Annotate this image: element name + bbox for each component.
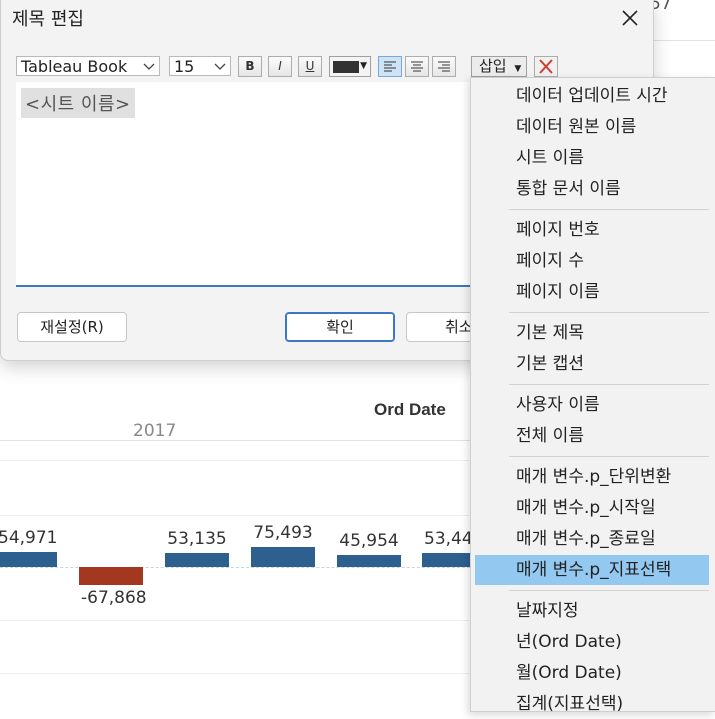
menu-item[interactable]: 데이터 원본 이름: [475, 112, 709, 142]
divider: [0, 440, 470, 441]
align-center-icon: [411, 61, 423, 72]
reset-button[interactable]: 재설정(R): [17, 312, 127, 342]
align-center-button[interactable]: [405, 56, 429, 77]
menu-item[interactable]: 기본 제목: [475, 318, 709, 348]
menu-item[interactable]: 통합 문서 이름: [475, 174, 709, 204]
year-label: 2017: [133, 421, 177, 441]
divider: [652, 40, 715, 41]
menu-separator: [509, 456, 709, 457]
ok-button[interactable]: 확인: [285, 312, 395, 342]
bar-data-label: 75,493: [253, 522, 313, 543]
menu-item[interactable]: 매개 변수.p_종료일: [475, 524, 709, 554]
menu-item[interactable]: 매개 변수.p_시작일: [475, 493, 709, 523]
menu-separator: [509, 312, 709, 313]
axis-title: Ord Date: [374, 400, 446, 419]
font-size-value: 15: [174, 57, 195, 76]
divider: [0, 460, 470, 461]
menu-item[interactable]: 페이지 이름: [475, 277, 709, 307]
menu-item[interactable]: 데이터 업데이트 시간: [475, 81, 709, 111]
insert-label: 삽입: [479, 57, 507, 75]
sheet-name-token: <시트 이름>: [21, 88, 135, 118]
italic-button[interactable]: I: [268, 56, 292, 77]
bar-data-label: 53,135: [167, 528, 227, 549]
dialog-title: 제목 편집: [12, 9, 84, 30]
bar-data-label: 54,971: [0, 528, 58, 549]
zero-line: [0, 567, 470, 568]
dropdown-arrow-icon: ▼: [360, 61, 367, 71]
gridline: [0, 515, 470, 516]
align-right-button[interactable]: [432, 56, 456, 77]
chart-bar: [0, 552, 57, 567]
dropdown-arrow-icon: ▼: [514, 64, 522, 74]
chevron-down-icon: [214, 63, 226, 70]
menu-item[interactable]: 매개 변수.p_지표선택: [475, 555, 709, 585]
underline-button[interactable]: U: [298, 56, 322, 77]
font-family-value: Tableau Book: [21, 57, 128, 76]
menu-item[interactable]: 시트 이름: [475, 143, 709, 173]
bar-data-label: -67,868: [81, 588, 147, 609]
chart-bar: [165, 552, 229, 567]
insert-button[interactable]: 삽입 ▼: [471, 56, 527, 77]
font-family-select[interactable]: Tableau Book: [16, 56, 160, 76]
menu-separator: [509, 590, 709, 591]
menu-item[interactable]: 기본 캡션: [475, 349, 709, 379]
menu-separator: [509, 209, 709, 210]
menu-item[interactable]: 페이지 번호: [475, 215, 709, 245]
title-editor[interactable]: <시트 이름>: [16, 82, 486, 287]
menu-item[interactable]: 집계(지표선택): [475, 689, 709, 719]
font-size-select[interactable]: 15: [169, 56, 231, 76]
close-button[interactable]: [613, 2, 647, 34]
bold-button[interactable]: B: [238, 56, 262, 77]
align-left-icon: [384, 61, 396, 72]
align-left-button[interactable]: [378, 56, 402, 77]
insert-menu: 데이터 업데이트 시간 데이터 원본 이름 시트 이름 통합 문서 이름 페이지 번호 페…: [470, 77, 715, 714]
chevron-down-icon: [143, 63, 155, 70]
menu-item[interactable]: 페이지 수: [475, 246, 709, 276]
menu-item[interactable]: 월(Ord Date): [475, 658, 709, 688]
bar-data-label: 45,954: [339, 530, 399, 551]
gridline: [0, 673, 470, 674]
text-color-button[interactable]: ▼: [329, 56, 371, 77]
menu-item[interactable]: 날짜지정: [475, 596, 709, 626]
chart-bar: [79, 567, 143, 586]
close-icon: [622, 10, 638, 26]
chart-bar: [251, 546, 315, 567]
menu-item[interactable]: 매개 변수.p_단위변환: [475, 462, 709, 492]
clear-button[interactable]: [534, 56, 558, 77]
gridline: [0, 620, 470, 621]
align-right-icon: [438, 61, 450, 72]
menu-item[interactable]: 전체 이름: [475, 421, 709, 451]
menu-item[interactable]: 년(Ord Date): [475, 627, 709, 657]
menu-item[interactable]: 사용자 이름: [475, 390, 709, 420]
menu-separator: [509, 384, 709, 385]
red-x-icon: [539, 59, 553, 74]
color-swatch: [333, 61, 359, 73]
chart-bar: [337, 554, 401, 567]
